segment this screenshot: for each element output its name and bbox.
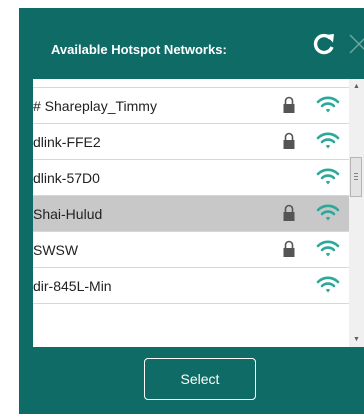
dialog-title: Available Hotspot Networks: [51,42,227,57]
network-row[interactable]: dlink-FFE2 [33,124,349,160]
network-row[interactable]: dir-845L-Min [33,268,349,304]
network-name: SWSW [33,242,79,258]
network-name: dir-845L-Min [33,278,112,294]
close-icon[interactable] [348,33,364,55]
lock-icon [283,240,295,257]
scroll-up-arrow-icon[interactable]: ▲ [349,79,364,94]
network-name: Shai-Hulud [33,206,103,222]
network-row-selected[interactable]: Shai-Hulud [33,196,349,232]
network-name: dlink-57D0 [33,170,100,186]
lock-icon [283,132,295,149]
network-row[interactable]: dlink-57D0 [33,160,349,196]
refresh-icon[interactable] [311,31,337,57]
lock-icon [283,204,295,221]
grip-line [354,179,358,180]
network-list[interactable]: # Shareplay_Timmy dlink-FFE2 dlink-57D0 … [33,79,364,347]
wifi-signal-icon [316,168,340,185]
wifi-signal-icon [316,132,340,149]
network-row[interactable]: SWSW [33,232,349,268]
network-name: # Shareplay_Timmy [33,98,157,114]
grip-line [354,173,358,174]
list-scrollbar[interactable]: ▲ ▼ [349,79,364,347]
network-row[interactable]: # Shareplay_Timmy [33,88,349,124]
scrollbar-thumb[interactable] [350,157,362,197]
network-name: dlink-FFE2 [33,134,101,150]
scroll-down-arrow-icon[interactable]: ▼ [349,332,364,347]
popover-caret [213,8,229,16]
wifi-signal-icon [316,204,340,221]
wifi-signal-icon [316,96,340,113]
grip-line [354,176,358,177]
hotspot-dialog: Available Hotspot Networks: # Shareplay_… [19,8,364,414]
select-button[interactable]: Select [144,358,256,400]
network-row[interactable] [33,79,349,88]
wifi-signal-icon [316,276,340,293]
wifi-signal-icon [316,240,340,257]
lock-icon [283,96,295,113]
